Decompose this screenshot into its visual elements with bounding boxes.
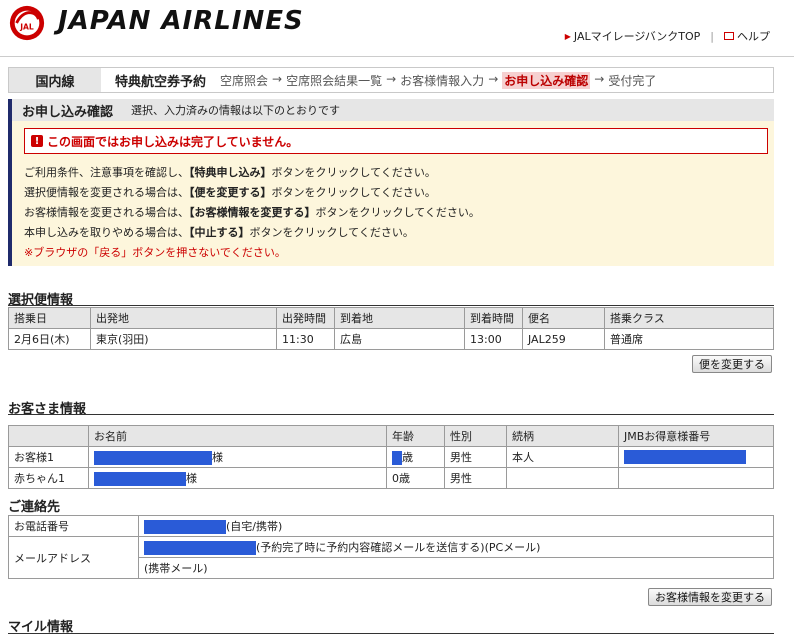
new-window-icon	[724, 32, 734, 40]
passenger-age: 0歳	[386, 467, 445, 489]
boarding-date: 2月6日(木)	[8, 328, 91, 350]
jal-crane-logo-icon[interactable]: JAL	[8, 4, 46, 42]
phone-value: (自宅/携帯)	[138, 515, 774, 537]
table-header-row: お名前 年齢 性別 続柄 JMBお得意様番号	[8, 425, 774, 447]
table-row: 赤ちゃん1 様 0歳 男性	[8, 467, 774, 489]
step-arrow: →	[272, 71, 283, 86]
step-customer-input: お客様情報入力	[400, 73, 485, 88]
confirm-header: お申し込み確認 選択、入力済みの情報は以下のとおりです	[8, 99, 774, 121]
flight-table: 搭乗日 出発地 出発時間 到着地 到着時間 便名 搭乗クラス 2月6日(木) 東…	[8, 307, 774, 350]
arrival: 広島	[334, 328, 465, 350]
booking-step-bar: 国内線 特典航空券予約 空席照会 → 空席照会結果一覧 → お客様情報入力 → …	[8, 67, 774, 93]
jmb-number	[618, 467, 774, 489]
brand-name: JAPAN AIRLINES	[58, 6, 304, 36]
triangle-right-icon: ▶	[564, 31, 571, 41]
confirm-subtitle: 選択、入力済みの情報は以下のとおりです	[131, 104, 341, 117]
redacted-phone	[144, 520, 226, 534]
link-separator: |	[710, 29, 714, 43]
step-arrow: →	[488, 71, 499, 86]
category-label: 国内線	[9, 68, 101, 92]
alert-text: この画面ではお申し込みは完了していません。	[47, 134, 299, 149]
contact-table: お電話番号 (自宅/携帯) メールアドレス (予約完了時に予約内容確認メールを送…	[8, 515, 774, 579]
help-link[interactable]: ヘルプ	[724, 28, 770, 44]
passenger-table: お名前 年齢 性別 続柄 JMBお得意様番号 お客様1 様 歳 男性 本人 赤ち…	[8, 425, 774, 489]
flight-number: JAL259	[522, 328, 605, 350]
table-row: メールアドレス (予約完了時に予約内容確認メールを送信する)(PCメール)	[8, 536, 774, 579]
passenger-name: 様	[88, 467, 387, 489]
section-divider	[8, 305, 774, 306]
instruction-line: 選択便情報を変更される場合は、【便を変更する】ボタンをクリックしてください。	[24, 186, 436, 199]
mail-value: (予約完了時に予約内容確認メールを送信する)(PCメール)	[138, 536, 774, 558]
passenger-label: 赤ちゃん1	[8, 467, 89, 489]
departure: 東京(羽田)	[90, 328, 277, 350]
table-row: お客様1 様 歳 男性 本人	[8, 446, 774, 468]
table-header-row: 搭乗日 出発地 出発時間 到着地 到着時間 便名 搭乗クラス	[8, 307, 774, 329]
instruction-line: ご利用条件、注意事項を確認し、【特典申し込み】ボタンをクリックしてください。	[24, 166, 436, 179]
passenger-relation: 本人	[506, 446, 619, 468]
passenger-name: 様	[88, 446, 387, 468]
instruction-lines: ご利用条件、注意事項を確認し、【特典申し込み】ボタンをクリックしてください。 選…	[24, 163, 480, 263]
section-divider	[8, 633, 774, 634]
section-divider	[8, 414, 774, 415]
arrival-time: 13:00	[464, 328, 523, 350]
redacted-age	[392, 451, 402, 465]
passenger-sex: 男性	[444, 446, 507, 468]
passenger-label: お客様1	[8, 446, 89, 468]
product-label: 特典航空券予約	[115, 74, 207, 90]
step-arrow: →	[594, 71, 605, 86]
passenger-sex: 男性	[444, 467, 507, 489]
redacted-email	[144, 541, 256, 555]
not-complete-alert: ! この画面ではお申し込みは完了していません。	[24, 128, 768, 154]
passenger-relation	[506, 467, 619, 489]
step-list: 空席照会 → 空席照会結果一覧 → お客様情報入力 → お申し込み確認 → 受付…	[220, 71, 657, 89]
contact-section-title: ご連絡先	[8, 500, 61, 515]
step-confirm-current: お申し込み確認	[502, 71, 591, 89]
step-seat-results: 空席照会結果一覧	[286, 73, 383, 88]
change-customer-info-button[interactable]: お客様情報を変更する	[648, 588, 772, 606]
confirm-title: お申し込み確認	[22, 104, 114, 120]
back-button-warning: ※ブラウザの「戻る」ボタンを押さないでください。	[24, 246, 286, 259]
table-row: 2月6日(木) 東京(羽田) 11:30 広島 13:00 JAL259 普通席	[8, 328, 774, 350]
header-divider	[0, 56, 794, 57]
redacted-name	[94, 472, 186, 486]
departure-time: 11:30	[276, 328, 335, 350]
instruction-line: お客様情報を変更される場合は、【お客様情報を変更する】ボタンをクリックしてくださ…	[24, 206, 480, 219]
passenger-age: 歳	[386, 446, 445, 468]
step-complete: 受付完了	[608, 73, 657, 88]
mileage-bank-top-link[interactable]: ▶ JALマイレージバンクTOP	[565, 28, 701, 44]
redacted-jmb-number	[624, 450, 746, 464]
change-flight-button[interactable]: 便を変更する	[692, 355, 772, 373]
table-row: お電話番号 (自宅/携帯)	[8, 515, 774, 537]
redacted-name	[94, 451, 212, 465]
mobile-mail-value: (携帯メール)	[138, 557, 774, 579]
seat-class: 普通席	[604, 328, 774, 350]
mail-label: メールアドレス	[8, 536, 139, 579]
site-header: JAL JAPAN AIRLINES ▶ JALマイレージバンクTOP | ヘルプ	[0, 0, 794, 56]
step-arrow: →	[386, 71, 397, 86]
jmb-number	[618, 446, 774, 468]
alert-icon: !	[31, 135, 43, 147]
phone-label: お電話番号	[8, 515, 139, 537]
confirm-notice-panel: ! この画面ではお申し込みは完了していません。 ご利用条件、注意事項を確認し、【…	[8, 121, 774, 266]
svg-text:JAL: JAL	[19, 23, 34, 32]
instruction-line: 本申し込みを取りやめる場合は、【中止する】ボタンをクリックしてください。	[24, 226, 414, 239]
top-links: ▶ JALマイレージバンクTOP | ヘルプ	[565, 28, 770, 44]
step-seat-inquiry: 空席照会	[220, 73, 269, 88]
